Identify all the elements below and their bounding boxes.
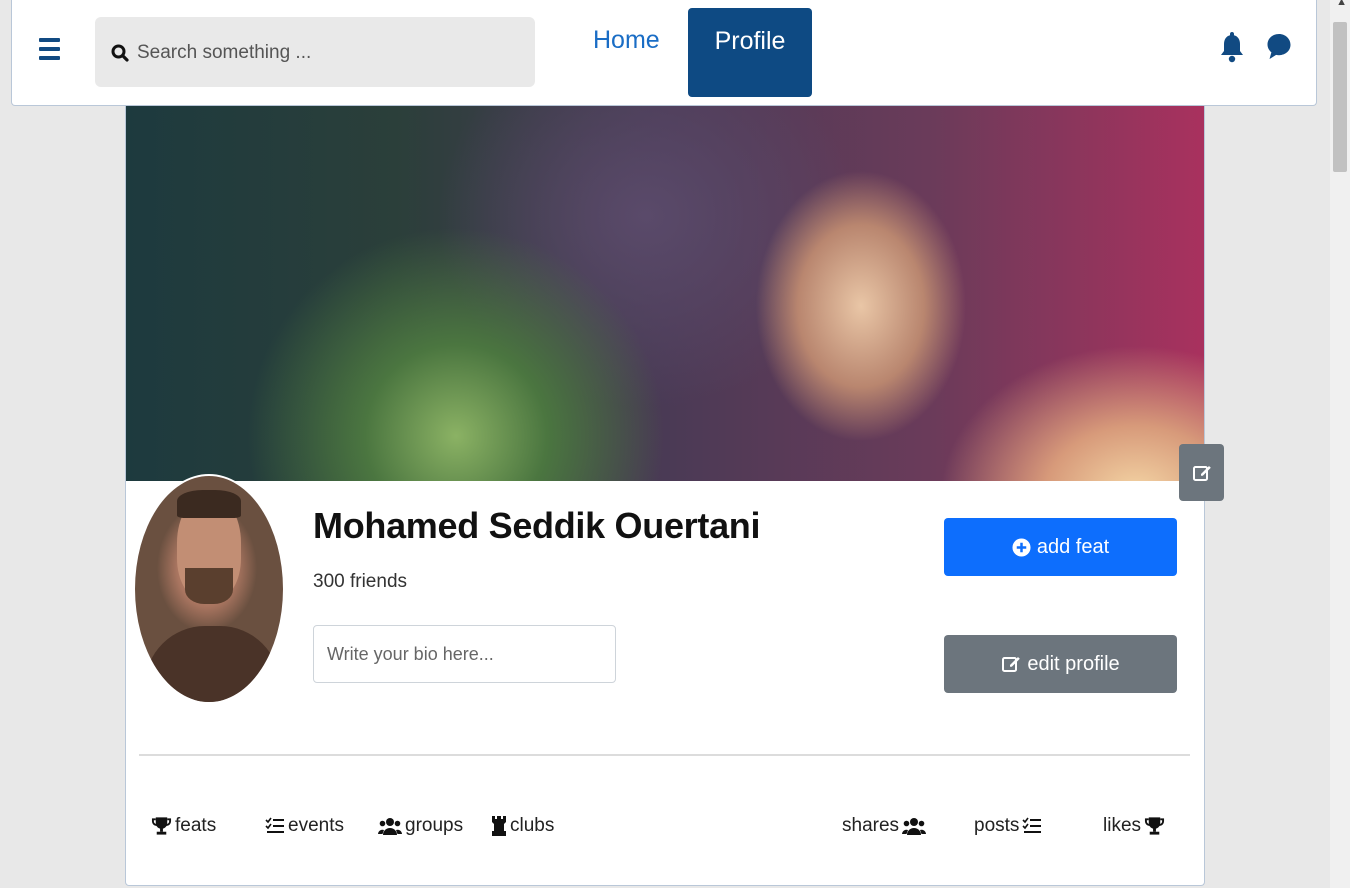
tab-shares[interactable]: shares [842,815,927,837]
add-feat-button[interactable]: add feat [944,518,1177,576]
bio-input[interactable] [313,625,616,683]
hamburger-menu-icon[interactable] [39,38,61,66]
tab-clubs[interactable]: clubs [491,815,554,837]
add-feat-label: add feat [1036,535,1110,558]
trophy-icon [1144,817,1165,835]
list-check-icon [1022,817,1042,833]
tab-label: shares [842,815,900,836]
chess-rook-icon [492,816,506,836]
top-navbar: Home Profile [11,0,1317,106]
search-icon [111,44,129,67]
profile-name: Mohamed Seddik Ouertani [313,505,761,546]
edit-cover-button[interactable] [1179,444,1224,501]
cover-photo [126,106,1204,481]
tab-label: events [288,815,344,836]
nav-home-link[interactable]: Home [593,26,660,55]
tab-feats[interactable]: feats [151,815,216,837]
tab-label: likes [1103,815,1142,836]
avatar[interactable] [133,474,285,704]
plus-circle-icon [1012,537,1031,557]
scroll-thumb[interactable] [1333,22,1347,172]
scroll-up-icon[interactable]: ▲ [1336,0,1347,8]
tab-groups[interactable]: groups [378,815,463,837]
edit-icon [1002,657,1021,672]
users-icon [902,818,927,835]
tab-likes[interactable]: likes [1103,815,1165,837]
tab-label: clubs [510,815,555,836]
page-scrollbar[interactable]: ▲ [1330,0,1350,888]
nav-profile-link[interactable]: Profile [688,8,812,97]
edit-profile-button[interactable]: edit profile [944,635,1177,693]
tab-label: posts [974,815,1020,836]
search-bar[interactable] [95,17,535,87]
messages-chat-icon[interactable] [1266,32,1292,67]
edit-icon [1192,465,1211,481]
users-icon [378,818,402,835]
tab-label: groups [405,815,464,836]
edit-profile-label: edit profile [1027,652,1120,675]
list-check-icon [265,817,284,833]
trophy-icon [151,817,172,835]
friends-count[interactable]: 300 friends [313,571,407,593]
section-divider [139,754,1190,756]
tab-posts[interactable]: posts [974,815,1042,837]
tab-events[interactable]: events [265,815,344,837]
notifications-bell-icon[interactable] [1220,30,1244,69]
tab-label: feats [175,815,217,836]
search-input[interactable] [135,39,519,67]
